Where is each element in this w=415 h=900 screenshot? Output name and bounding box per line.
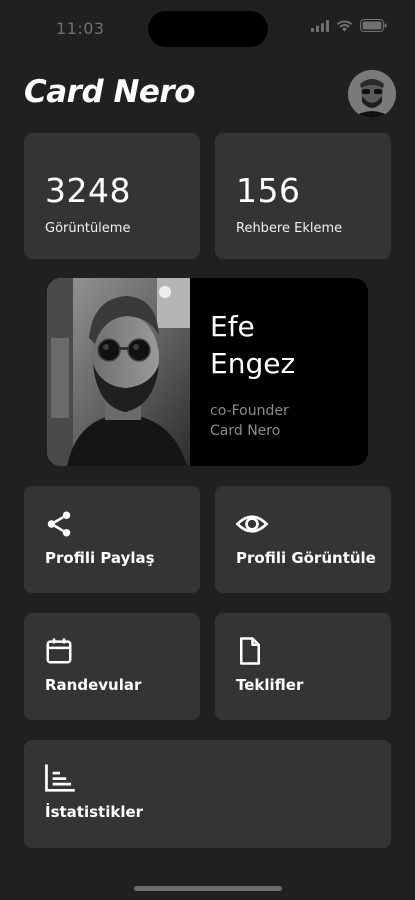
profile-title: co-Founder	[210, 403, 289, 419]
profile-last-name: Engez	[210, 347, 296, 380]
app-title: Card Nero	[24, 74, 196, 110]
stat-label: Rehbere Ekleme	[236, 221, 343, 236]
share-profile-button[interactable]: Profili Paylaş	[24, 486, 200, 593]
header: Card Nero	[24, 70, 396, 120]
offers-label: Teklifler	[236, 676, 304, 694]
profile-first-name: Efe	[210, 310, 255, 343]
appointments-button[interactable]: Randevular	[24, 613, 200, 720]
dynamic-island	[148, 11, 268, 47]
profile-card[interactable]: Efe Engez co-Founder Card Nero	[47, 278, 368, 466]
statistics-label: İstatistikler	[45, 803, 144, 821]
bar-chart-icon	[44, 763, 76, 797]
profile-company: Card Nero	[210, 423, 281, 439]
wifi-icon	[336, 19, 353, 32]
status-icons	[311, 19, 387, 32]
stat-label: Görüntüleme	[45, 221, 131, 236]
profile-name: Efe Engez	[210, 308, 360, 382]
battery-icon	[360, 19, 387, 32]
avatar[interactable]	[348, 70, 396, 118]
document-icon	[235, 636, 265, 670]
view-profile-button[interactable]: Profili Görüntüle	[215, 486, 391, 593]
appointments-label: Randevular	[45, 676, 142, 694]
stat-value: 156	[236, 171, 301, 210]
profile-photo	[47, 278, 190, 466]
share-icon	[44, 509, 74, 543]
statistics-button[interactable]: İstatistikler	[24, 740, 391, 848]
view-profile-label: Profili Görüntüle	[236, 549, 376, 567]
stat-card-contacts: 156 Rehbere Ekleme	[215, 133, 391, 259]
calendar-icon	[44, 636, 74, 670]
share-profile-label: Profili Paylaş	[45, 549, 155, 567]
status-time: 11:03	[56, 19, 105, 38]
status-bar: 11:03	[0, 0, 415, 56]
offers-button[interactable]: Teklifler	[215, 613, 391, 720]
eye-icon	[235, 509, 269, 543]
stat-value: 3248	[45, 171, 131, 210]
stat-card-views: 3248 Görüntüleme	[24, 133, 200, 259]
home-indicator	[134, 886, 282, 891]
signal-icon	[311, 19, 329, 32]
profile-role: co-Founder Card Nero	[210, 401, 289, 441]
